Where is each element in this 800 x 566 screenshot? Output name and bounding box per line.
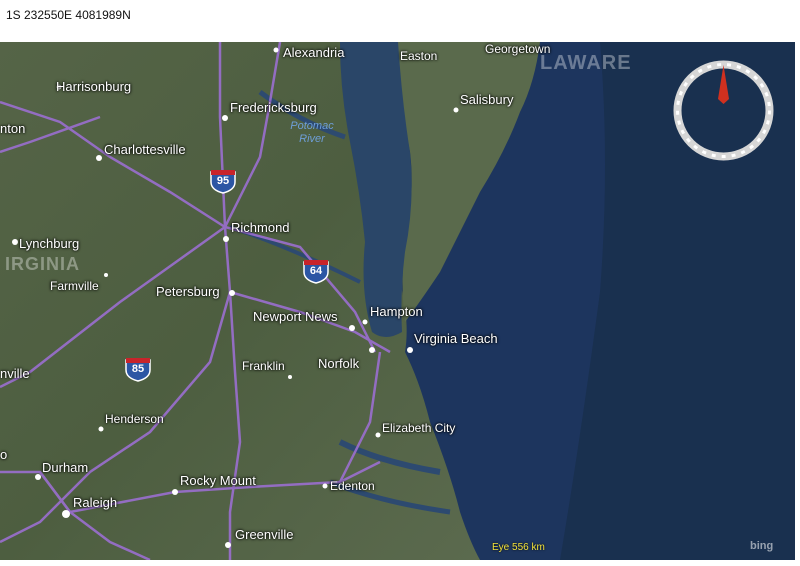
city-franklin: Franklin xyxy=(242,359,285,373)
city-greenville: Greenville xyxy=(235,527,294,542)
potomac-river-label: Potomac River xyxy=(290,120,334,145)
coordinate-readout: 1S 232550E 4081989N xyxy=(6,8,131,22)
city-virginia-beach: Virginia Beach xyxy=(414,331,498,346)
city-elizabeth-city: Elizabeth City xyxy=(382,421,456,435)
city-farmville: Farmville xyxy=(50,279,99,293)
bing-logo: bing xyxy=(750,540,774,552)
state-label-virginia: IRGINIA xyxy=(5,254,81,274)
city-harrisonburg: Harrisonburg xyxy=(56,79,132,94)
city-fredericksburg: Fredericksburg xyxy=(230,100,317,115)
city-durham: Durham xyxy=(42,460,89,475)
state-label-delaware: LAWARE xyxy=(540,52,632,74)
city-raleigh: Raleigh xyxy=(73,495,118,510)
map-view[interactable]: LAWARE IRGINIA Alexandria Easton Georget… xyxy=(0,42,795,560)
city-nville-partial: nville xyxy=(0,366,30,381)
interstate-95-shield: 95 xyxy=(209,168,237,194)
city-alexandria: Alexandria xyxy=(283,45,345,60)
compass-control[interactable] xyxy=(672,59,775,162)
city-lynchburg: Lynchburg xyxy=(19,236,80,251)
compass-needle-icon xyxy=(718,65,729,104)
city-o-partial: o xyxy=(0,447,8,462)
city-salisbury: Salisbury xyxy=(460,92,514,107)
city-georgetown: Georgetown xyxy=(485,42,551,56)
city-petersburg: Petersburg xyxy=(156,284,220,299)
city-nton-partial: nton xyxy=(0,121,26,136)
city-henderson: Henderson xyxy=(105,412,164,426)
city-newport-news: Newport News xyxy=(253,309,338,324)
coordinate-bar: 1S 232550E 4081989N xyxy=(0,0,800,42)
city-norfolk: Norfolk xyxy=(318,356,360,371)
city-richmond: Richmond xyxy=(231,220,290,235)
city-hampton: Hampton xyxy=(370,304,423,319)
city-rocky-mount: Rocky Mount xyxy=(180,473,256,488)
city-easton: Easton xyxy=(400,49,438,63)
eye-altitude: Eye 556 km xyxy=(492,542,545,553)
interstate-64-shield: 64 xyxy=(302,258,330,284)
city-charlottesville: Charlottesville xyxy=(104,142,186,157)
city-edenton: Edenton xyxy=(330,479,375,493)
interstate-85-shield: 85 xyxy=(124,356,152,382)
